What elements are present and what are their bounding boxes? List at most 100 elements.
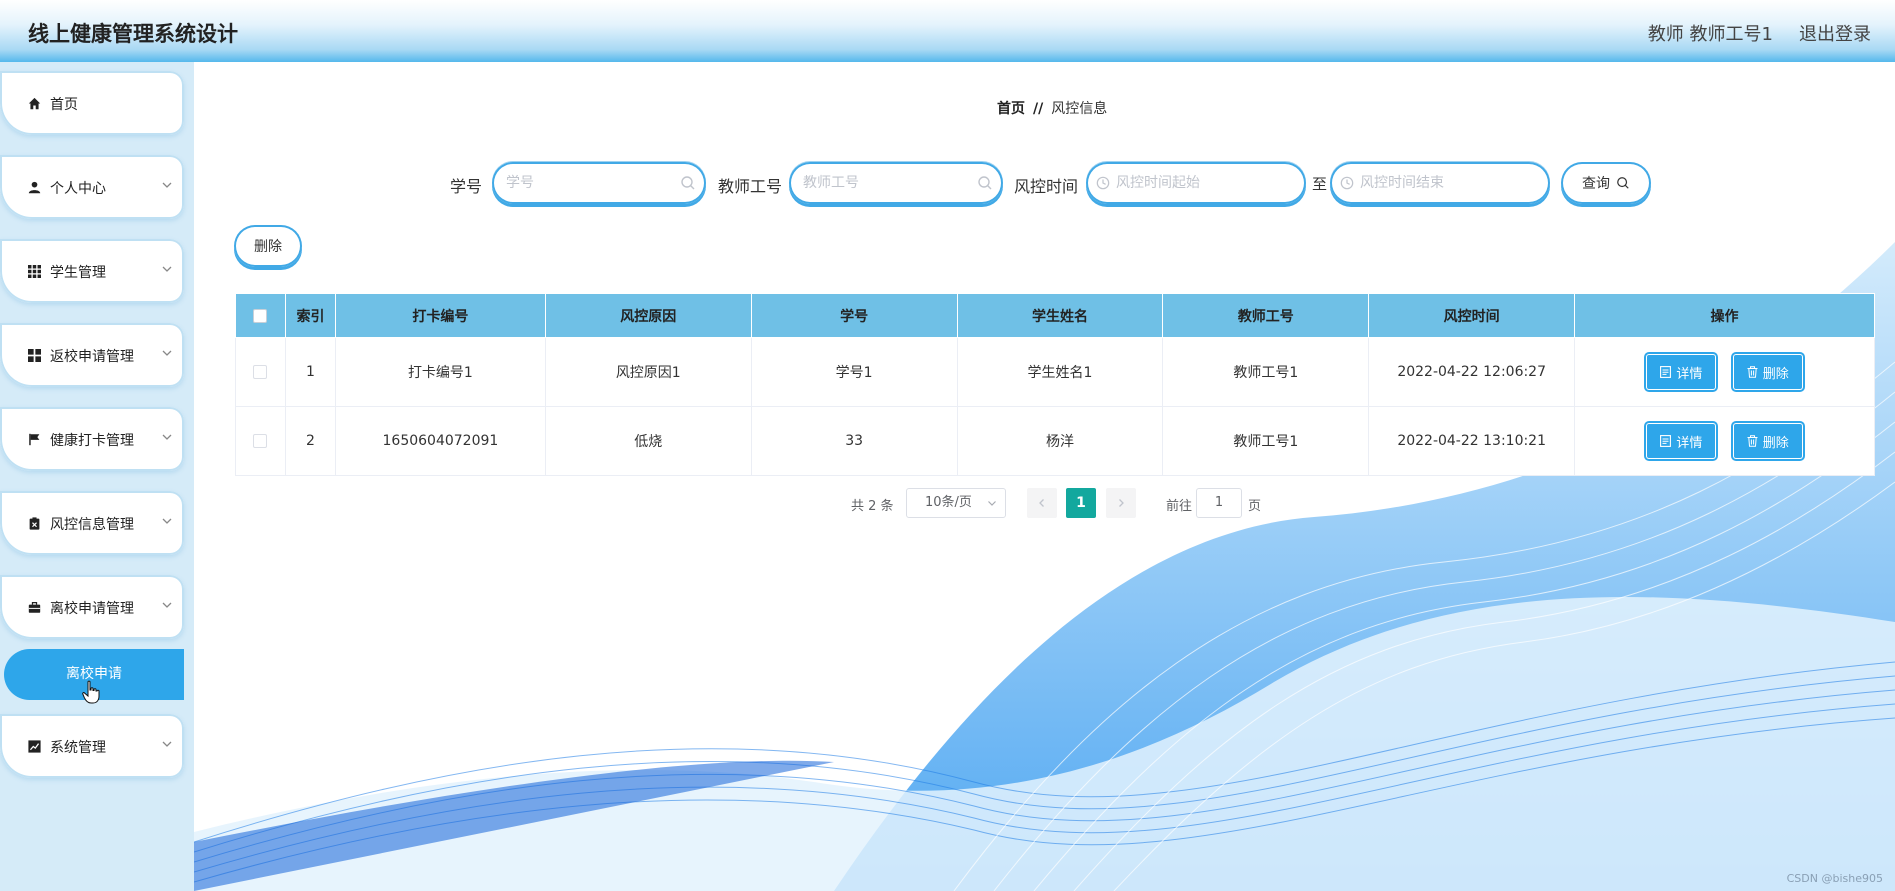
- goto-label: 前往: [1166, 499, 1193, 514]
- sidebar-item-risk-control[interactable]: 风控信息管理: [0, 491, 184, 555]
- chevron-right-icon: [1119, 499, 1124, 507]
- delete-button[interactable]: 删除: [1732, 354, 1803, 390]
- row-select-cell: [235, 337, 286, 407]
- apps-icon: [26, 347, 42, 363]
- row-checkbox[interactable]: [253, 434, 268, 448]
- detail-button[interactable]: 详情: [1646, 423, 1717, 459]
- sidebar-item-home[interactable]: 首页: [0, 71, 184, 135]
- risk-time-label: 风控时间: [1014, 177, 1079, 196]
- chevron-left-icon: [1039, 499, 1044, 507]
- query-button[interactable]: 查询: [1561, 162, 1651, 204]
- sidebar: 首页 个人中心 学生管理 返校申请管理 健康打卡管理 风控信息管理 离校申请管理…: [0, 62, 194, 891]
- detail-button[interactable]: 详情: [1646, 354, 1717, 390]
- sidebar-item-label: 返校申请管理: [50, 349, 134, 365]
- chevron-down-icon: [162, 182, 172, 188]
- sidebar-item-label: 健康打卡管理: [50, 433, 134, 449]
- sidebar-item-health-checkin[interactable]: 健康打卡管理: [0, 407, 184, 471]
- risk-time-end-field[interactable]: [1330, 162, 1550, 204]
- clock-icon: [1096, 176, 1110, 190]
- sidebar-item-label: 离校申请管理: [50, 601, 134, 617]
- breadcrumb-separator: //: [1033, 101, 1044, 117]
- student-no-input[interactable]: [506, 162, 670, 204]
- clipboard-icon: [26, 515, 42, 531]
- table-header-row: 索引 打卡编号 风控原因 学号 学生姓名 教师工号 风控时间 操作: [235, 293, 1875, 338]
- goto-page-input[interactable]: 1: [1196, 488, 1242, 518]
- sidebar-item-return-application[interactable]: 返校申请管理: [0, 323, 184, 387]
- sidebar-item-student-management[interactable]: 学生管理: [0, 239, 184, 303]
- flag-icon: [26, 431, 42, 447]
- header-bar: 线上健康管理系统设计 教师 教师工号1 退出登录: [0, 0, 1895, 62]
- column-header: 风控时间: [1368, 293, 1576, 338]
- main-content: 首页 // 风控信息 学号 教师工号 风控时间 至 查询 删除 索引 打卡编号: [194, 62, 1895, 891]
- cell-actions: 详情 删除: [1574, 337, 1875, 407]
- cell-reason: 风控原因1: [544, 337, 752, 407]
- query-button-label: 查询: [1582, 176, 1610, 192]
- sidebar-item-label: 个人中心: [50, 181, 106, 197]
- cell-teacher-no: 教师工号1: [1162, 337, 1370, 407]
- sidebar-item-label: 学生管理: [50, 265, 106, 281]
- column-header: 学号: [750, 293, 958, 338]
- chevron-down-icon: [162, 518, 172, 524]
- column-header: 打卡编号: [334, 293, 546, 338]
- pagination-total: 共 2 条: [851, 499, 894, 514]
- search-icon: [978, 176, 992, 190]
- search-icon: [1617, 177, 1629, 189]
- range-separator: 至: [1312, 175, 1328, 193]
- page-suffix: 页: [1248, 499, 1262, 514]
- risk-time-start-field[interactable]: [1086, 162, 1306, 204]
- student-no-field[interactable]: [492, 162, 706, 204]
- cell-student-name: 学生姓名1: [956, 337, 1164, 407]
- watermark: CSDN @bishe905: [1786, 872, 1883, 885]
- sidebar-item-system-management[interactable]: 系统管理: [0, 714, 184, 778]
- table-row: 1 打卡编号1 风控原因1 学号1 学生姓名1 教师工号1 2022-04-22…: [235, 337, 1875, 407]
- prev-page-button[interactable]: [1027, 488, 1057, 518]
- chevron-down-icon: [162, 602, 172, 608]
- page-size-select[interactable]: 10条/页: [906, 488, 1006, 518]
- grid-icon: [26, 263, 42, 279]
- briefcase-icon: [26, 599, 42, 615]
- column-header: 操作: [1574, 293, 1875, 338]
- current-user: 教师 教师工号1: [1647, 24, 1773, 45]
- page-number-button[interactable]: 1: [1066, 488, 1096, 518]
- column-header: 索引: [284, 293, 336, 338]
- next-page-button[interactable]: [1106, 488, 1136, 518]
- cell-index: 1: [284, 337, 336, 407]
- teacher-no-label: 教师工号: [718, 177, 783, 196]
- sidebar-item-label: 首页: [50, 97, 78, 113]
- cell-student-no: 学号1: [750, 337, 958, 407]
- chevron-down-icon: [162, 741, 172, 747]
- logout-link[interactable]: 退出登录: [1799, 20, 1871, 46]
- delete-button-label: 删除: [1762, 366, 1789, 382]
- home-icon: [26, 95, 42, 111]
- batch-delete-button[interactable]: 删除: [234, 225, 302, 267]
- breadcrumb-current: 风控信息: [1051, 101, 1108, 117]
- hand-cursor-icon: [82, 680, 100, 704]
- sidebar-item-leave-application[interactable]: 离校申请管理: [0, 575, 184, 639]
- trash-icon: [1747, 366, 1758, 378]
- breadcrumb: 首页 // 风控信息: [997, 98, 1107, 118]
- cell-actions: 详情 删除: [1574, 406, 1875, 476]
- select-all-checkbox[interactable]: [253, 308, 268, 323]
- chevron-down-icon: [988, 501, 996, 506]
- table-row: 2 1650604072091 低烧 33 杨洋 教师工号1 2022-04-2…: [235, 406, 1875, 476]
- risk-info-table: 索引 打卡编号 风控原因 学号 学生姓名 教师工号 风控时间 操作 1 打卡编号…: [235, 293, 1875, 476]
- risk-time-start-input[interactable]: [1116, 162, 1286, 204]
- teacher-no-field[interactable]: [789, 162, 1003, 204]
- breadcrumb-home[interactable]: 首页: [997, 101, 1025, 117]
- delete-button[interactable]: 删除: [1732, 423, 1803, 459]
- chevron-down-icon: [162, 434, 172, 440]
- student-no-label: 学号: [450, 177, 483, 196]
- chevron-down-icon: [162, 350, 172, 356]
- row-select-cell: [235, 406, 286, 476]
- teacher-no-input[interactable]: [803, 162, 967, 204]
- trash-icon: [1747, 435, 1758, 447]
- cell-checkin-no: 1650604072091: [334, 406, 546, 476]
- page-size-value: 10条/页: [925, 495, 972, 510]
- cell-student-no: 33: [750, 406, 958, 476]
- risk-time-end-input[interactable]: [1360, 162, 1530, 204]
- document-icon: [1660, 435, 1672, 447]
- row-checkbox[interactable]: [253, 365, 268, 379]
- sidebar-item-personal-center[interactable]: 个人中心: [0, 155, 184, 219]
- cell-teacher-no: 教师工号1: [1162, 406, 1370, 476]
- column-header: 教师工号: [1162, 293, 1370, 338]
